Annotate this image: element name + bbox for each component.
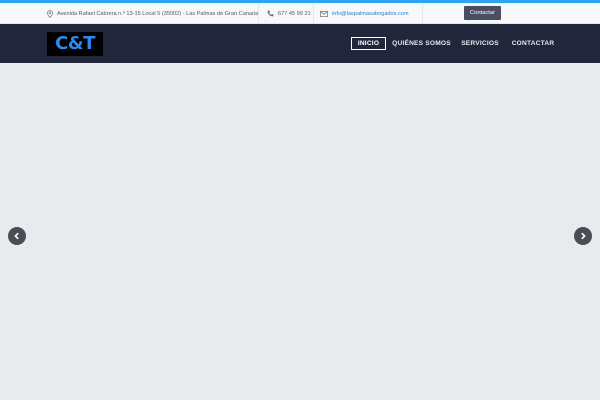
slider-prev-button[interactable] xyxy=(8,227,26,245)
logo-text: C&T xyxy=(55,33,95,54)
phone-text: 677 45 99 21 xyxy=(278,10,311,17)
main-navigation-bar: C&T INICIO QUIÉNES SOMOS SERVICIOS CONTA… xyxy=(0,24,600,63)
nav-item-quienes-somos[interactable]: QUIÉNES SOMOS xyxy=(392,37,450,50)
topbar-divider xyxy=(258,3,259,24)
hero-slider xyxy=(0,63,600,400)
phone-info[interactable]: 677 45 99 21 xyxy=(267,3,311,24)
email-info[interactable]: info@laspalmasabogados.com xyxy=(320,3,409,24)
topbar-divider xyxy=(313,3,314,24)
nav-item-contactar[interactable]: CONTACTAR xyxy=(510,37,556,50)
contact-button[interactable]: Contactar xyxy=(464,6,501,20)
email-link[interactable]: info@laspalmasabogados.com xyxy=(332,11,409,17)
top-info-bar: Avenida Rafael Cabrera n.º 13-15 Local 5… xyxy=(0,3,600,24)
chevron-right-icon xyxy=(581,232,586,240)
address-info: Avenida Rafael Cabrera n.º 13-15 Local 5… xyxy=(47,3,258,24)
nav-item-servicios[interactable]: SERVICIOS xyxy=(461,37,499,50)
slider-next-button[interactable] xyxy=(574,227,592,245)
address-text: Avenida Rafael Cabrera n.º 13-15 Local 5… xyxy=(57,10,259,17)
envelope-icon xyxy=(320,10,328,17)
topbar-divider xyxy=(422,3,423,24)
nav-item-inicio[interactable]: INICIO xyxy=(351,37,386,50)
site-logo[interactable]: C&T xyxy=(47,32,103,56)
map-pin-icon xyxy=(47,9,53,18)
chevron-left-icon xyxy=(14,232,19,240)
phone-icon xyxy=(267,10,274,17)
